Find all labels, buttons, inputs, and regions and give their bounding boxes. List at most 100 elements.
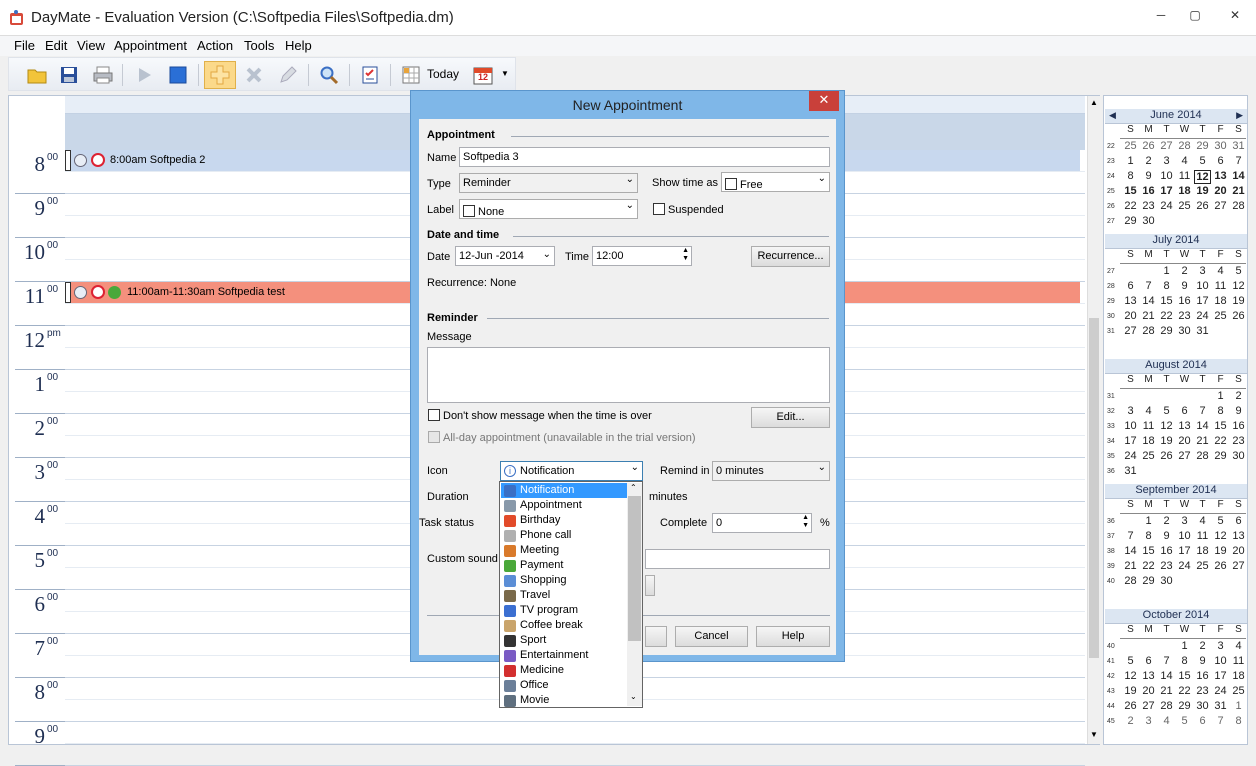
calendar-day[interactable]: 18 xyxy=(1212,295,1229,307)
calendar-day[interactable]: 12 xyxy=(1230,280,1247,292)
calendar-day[interactable]: 7 xyxy=(1140,280,1157,292)
calendar-day[interactable]: 11 xyxy=(1230,655,1247,667)
calendar-day[interactable]: 16 xyxy=(1158,545,1175,557)
calendar-day[interactable]: 4 xyxy=(1230,640,1247,652)
calendar-day[interactable]: 22 xyxy=(1158,310,1175,322)
menu-view[interactable]: View xyxy=(77,38,105,53)
spinner-icon[interactable]: ▲ ▼ xyxy=(682,247,689,263)
calendar-day[interactable]: 9 xyxy=(1194,655,1211,667)
type-select[interactable]: Reminder ⌄ xyxy=(459,173,638,193)
calendar-day[interactable]: 2 xyxy=(1230,390,1247,402)
calendar-day[interactable]: 5 xyxy=(1212,515,1229,527)
calendar-day[interactable]: 31 xyxy=(1230,140,1247,152)
calendar-day[interactable]: 10 xyxy=(1158,170,1175,182)
calendar-day[interactable]: 8 xyxy=(1176,655,1193,667)
calendar-day[interactable]: 3 xyxy=(1140,715,1157,727)
suspended-checkbox[interactable] xyxy=(653,203,665,215)
calendar-day[interactable]: 26 xyxy=(1158,450,1175,462)
icon-option[interactable]: Sport xyxy=(501,633,627,648)
calendar-day[interactable]: 18 xyxy=(1194,545,1211,557)
icon-option[interactable]: Medicine xyxy=(501,663,627,678)
calendar-day[interactable]: 1 xyxy=(1176,640,1193,652)
calendar-day[interactable]: 15 xyxy=(1158,295,1175,307)
calendar-day[interactable]: 10 xyxy=(1122,420,1139,432)
calendar-day[interactable]: 21 xyxy=(1158,685,1175,697)
calendar-day[interactable]: 2 xyxy=(1122,715,1139,727)
calendar-day[interactable]: 27 xyxy=(1158,140,1175,152)
message-textarea[interactable] xyxy=(427,347,830,403)
calendar-day[interactable]: 9 xyxy=(1230,405,1247,417)
menu-tools[interactable]: Tools xyxy=(244,38,274,53)
calendar-day[interactable]: 3 xyxy=(1212,640,1229,652)
calendar-day[interactable]: 18 xyxy=(1140,435,1157,447)
calendar-day[interactable]: 5 xyxy=(1176,715,1193,727)
vertical-scrollbar[interactable]: ▲ ▼ xyxy=(1087,96,1100,744)
calendar-day[interactable]: 19 xyxy=(1230,295,1247,307)
calendar-day[interactable]: 12 xyxy=(1158,420,1175,432)
calendar-day[interactable]: 17 xyxy=(1158,185,1175,197)
calendar-day[interactable]: 30 xyxy=(1140,215,1157,227)
calendar-day[interactable]: 3 xyxy=(1158,155,1175,167)
show-time-select[interactable]: Free ⌄ xyxy=(721,172,830,192)
calendar-day[interactable]: 30 xyxy=(1194,700,1211,712)
calendar-day[interactable]: 6 xyxy=(1140,655,1157,667)
icon-select[interactable]: i Notification ⌄ xyxy=(500,461,643,481)
calendar-day[interactable]: 9 xyxy=(1140,170,1157,182)
dropdown-scrollbar[interactable]: ⌃ ⌄ xyxy=(627,483,642,706)
label-select[interactable]: None ⌄ xyxy=(459,199,638,219)
calendar-day[interactable]: 24 xyxy=(1176,560,1193,572)
calendar-day[interactable]: 30 xyxy=(1158,575,1175,587)
calendar-day[interactable]: 22 xyxy=(1212,435,1229,447)
calendar-day[interactable]: 20 xyxy=(1230,545,1247,557)
calendar-day[interactable]: 30 xyxy=(1212,140,1229,152)
dialog-close-button[interactable]: ✕ xyxy=(809,91,839,111)
calendar-day[interactable]: 15 xyxy=(1122,185,1139,197)
calendar-day[interactable]: 16 xyxy=(1194,670,1211,682)
calendar-day[interactable]: 4 xyxy=(1194,515,1211,527)
calendar-day[interactable]: 3 xyxy=(1194,265,1211,277)
calendar-day[interactable]: 18 xyxy=(1230,670,1247,682)
calendar-day[interactable]: 26 xyxy=(1212,560,1229,572)
calendar-day[interactable]: 11 xyxy=(1212,280,1229,292)
calendar-day[interactable]: 24 xyxy=(1194,310,1211,322)
calendar-dropdown-icon[interactable]: ▼ xyxy=(501,69,509,78)
icon-option[interactable]: Birthday xyxy=(501,513,627,528)
calendar-day[interactable]: 4 xyxy=(1158,715,1175,727)
calendar-day[interactable]: 19 xyxy=(1194,185,1211,197)
calendar-day[interactable]: 8 xyxy=(1158,280,1175,292)
print-icon[interactable] xyxy=(89,61,117,89)
delete-icon[interactable] xyxy=(240,61,268,89)
calendar-day[interactable]: 4 xyxy=(1176,155,1193,167)
calendar-day[interactable]: 13 xyxy=(1230,530,1247,542)
calendar-day[interactable]: 6 xyxy=(1122,280,1139,292)
calendar-day[interactable]: 17 xyxy=(1122,435,1139,447)
calendar-day[interactable]: 7 xyxy=(1230,155,1247,167)
chevron-up-icon[interactable]: ⌃ xyxy=(630,483,637,492)
calendar-day[interactable]: 29 xyxy=(1122,215,1139,227)
calendar-day[interactable]: 7 xyxy=(1122,530,1139,542)
recurrence-button[interactable]: Recurrence... xyxy=(751,246,830,267)
calendar-day[interactable]: 28 xyxy=(1194,450,1211,462)
calendar-day[interactable]: 28 xyxy=(1158,700,1175,712)
calendar-day[interactable]: 21 xyxy=(1194,435,1211,447)
calendar-day[interactable]: 17 xyxy=(1194,295,1211,307)
calendar-day[interactable]: 25 xyxy=(1212,310,1229,322)
ok-button[interactable] xyxy=(645,626,667,647)
calendar-day[interactable]: 7 xyxy=(1212,715,1229,727)
calendar-day[interactable]: 21 xyxy=(1122,560,1139,572)
calendar-day[interactable]: 27 xyxy=(1140,700,1157,712)
calendar-day[interactable]: 11 xyxy=(1140,420,1157,432)
calendar-day[interactable]: 10 xyxy=(1194,280,1211,292)
calendar-day[interactable]: 23 xyxy=(1176,310,1193,322)
icon-option[interactable]: Entertainment xyxy=(501,648,627,663)
calendar-day[interactable]: 25 xyxy=(1176,200,1193,212)
calendar-day[interactable]: 27 xyxy=(1230,560,1247,572)
calendar-day[interactable]: 2 xyxy=(1176,265,1193,277)
calendar-day[interactable]: 18 xyxy=(1176,185,1193,197)
scroll-up-icon[interactable]: ▲ xyxy=(1090,98,1098,107)
calendar-day[interactable]: 14 xyxy=(1194,420,1211,432)
calendar-day[interactable]: 1 xyxy=(1212,390,1229,402)
name-field[interactable]: Softpedia 3 xyxy=(459,147,830,167)
calendar-day[interactable]: 4 xyxy=(1140,405,1157,417)
calendar-day[interactable]: 28 xyxy=(1140,325,1157,337)
